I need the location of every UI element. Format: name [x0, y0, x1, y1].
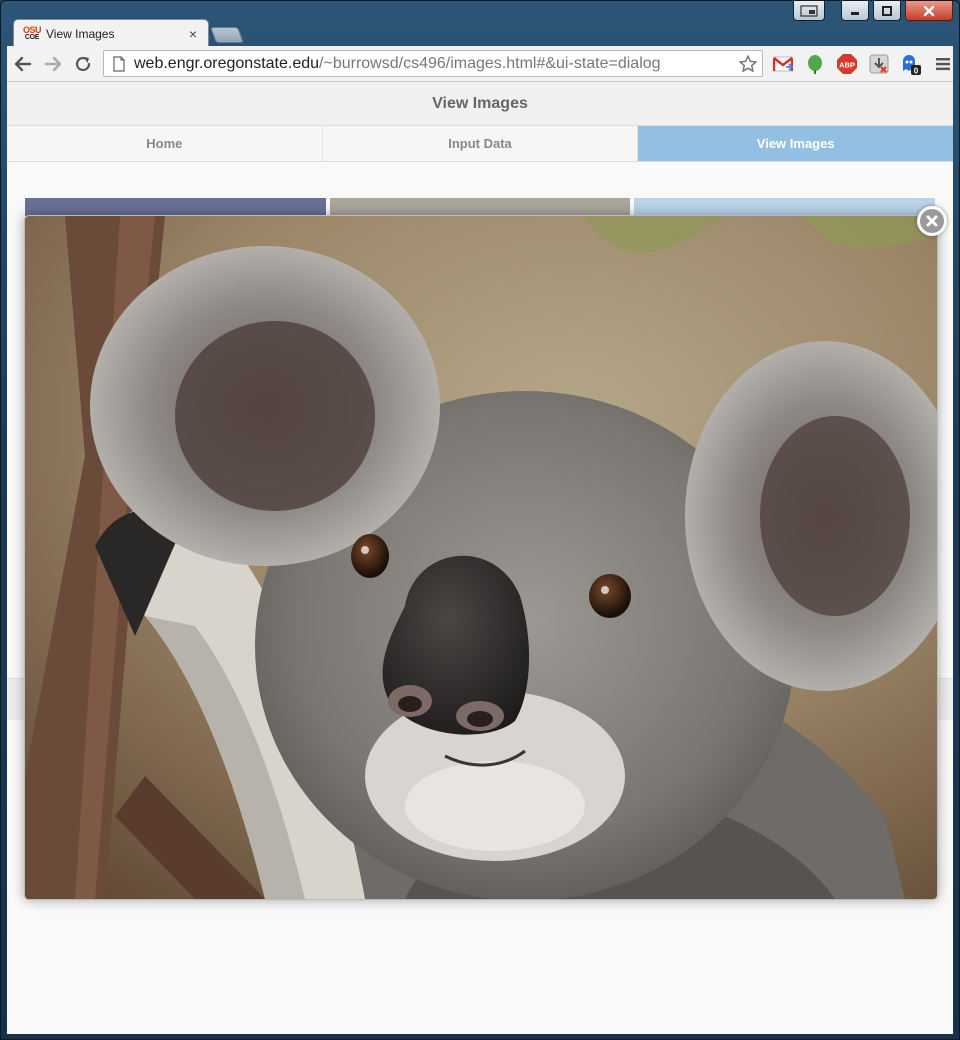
title-bar: OSU COE View Images × — [1, 1, 959, 47]
image-dialog — [24, 215, 938, 900]
forward-arrow-icon — [44, 56, 62, 71]
browser-window: OSU COE View Images × web.engr.oregonsta… — [0, 0, 960, 1040]
extensions-bar: ABP 0 — [767, 50, 959, 78]
window-controls — [793, 1, 953, 21]
koala-image — [25, 216, 937, 899]
profile-window-icon — [800, 4, 818, 17]
window-extra-button[interactable] — [793, 1, 825, 21]
tab-title: View Images — [46, 26, 115, 41]
minimize-button[interactable] — [841, 1, 869, 21]
ghostery-badge: 0 — [914, 67, 919, 76]
back-button[interactable] — [9, 50, 37, 78]
new-tab-button[interactable] — [210, 27, 244, 43]
bookmark-star-icon[interactable] — [737, 53, 759, 75]
ghostery-icon[interactable]: 0 — [895, 50, 927, 78]
maximize-icon — [882, 5, 892, 16]
url-host: web.engr.oregonstate.edu — [134, 54, 320, 72]
close-circle-icon — [920, 209, 944, 233]
browser-tab[interactable]: OSU COE View Images × — [13, 19, 209, 47]
browser-toolbar: web.engr.oregonstate.edu/~burrowsd/cs496… — [7, 46, 953, 82]
close-x-icon — [926, 215, 938, 227]
download-icon[interactable] — [863, 50, 895, 78]
gmail-icon[interactable] — [767, 50, 799, 78]
adblock-badge: ABP — [839, 61, 855, 70]
menu-icon[interactable] — [927, 50, 959, 78]
tab-close-icon[interactable]: × — [186, 26, 200, 42]
osu-favicon-icon: OSU COE — [23, 24, 42, 41]
evernote-icon[interactable] — [799, 50, 831, 78]
address-bar[interactable]: web.engr.oregonstate.edu/~burrowsd/cs496… — [103, 50, 763, 77]
close-window-button[interactable] — [905, 1, 953, 21]
dialog-overlay — [7, 82, 953, 1034]
dialog-close-button[interactable] — [917, 206, 947, 236]
page-viewport: View Images Home Input Data View Images — [7, 82, 953, 1034]
close-icon — [923, 5, 935, 16]
page-icon — [113, 55, 125, 72]
url-text: web.engr.oregonstate.edu/~burrowsd/cs496… — [134, 55, 737, 73]
forward-button[interactable] — [39, 50, 67, 78]
reload-button[interactable] — [69, 50, 97, 78]
minimize-icon — [851, 11, 859, 15]
maximize-button[interactable] — [873, 1, 901, 21]
adblock-icon[interactable]: ABP — [831, 50, 863, 78]
back-arrow-icon — [14, 56, 32, 71]
url-path: /~burrowsd/cs496/images.html#&ui-state=d… — [319, 54, 661, 72]
reload-icon — [75, 56, 91, 71]
